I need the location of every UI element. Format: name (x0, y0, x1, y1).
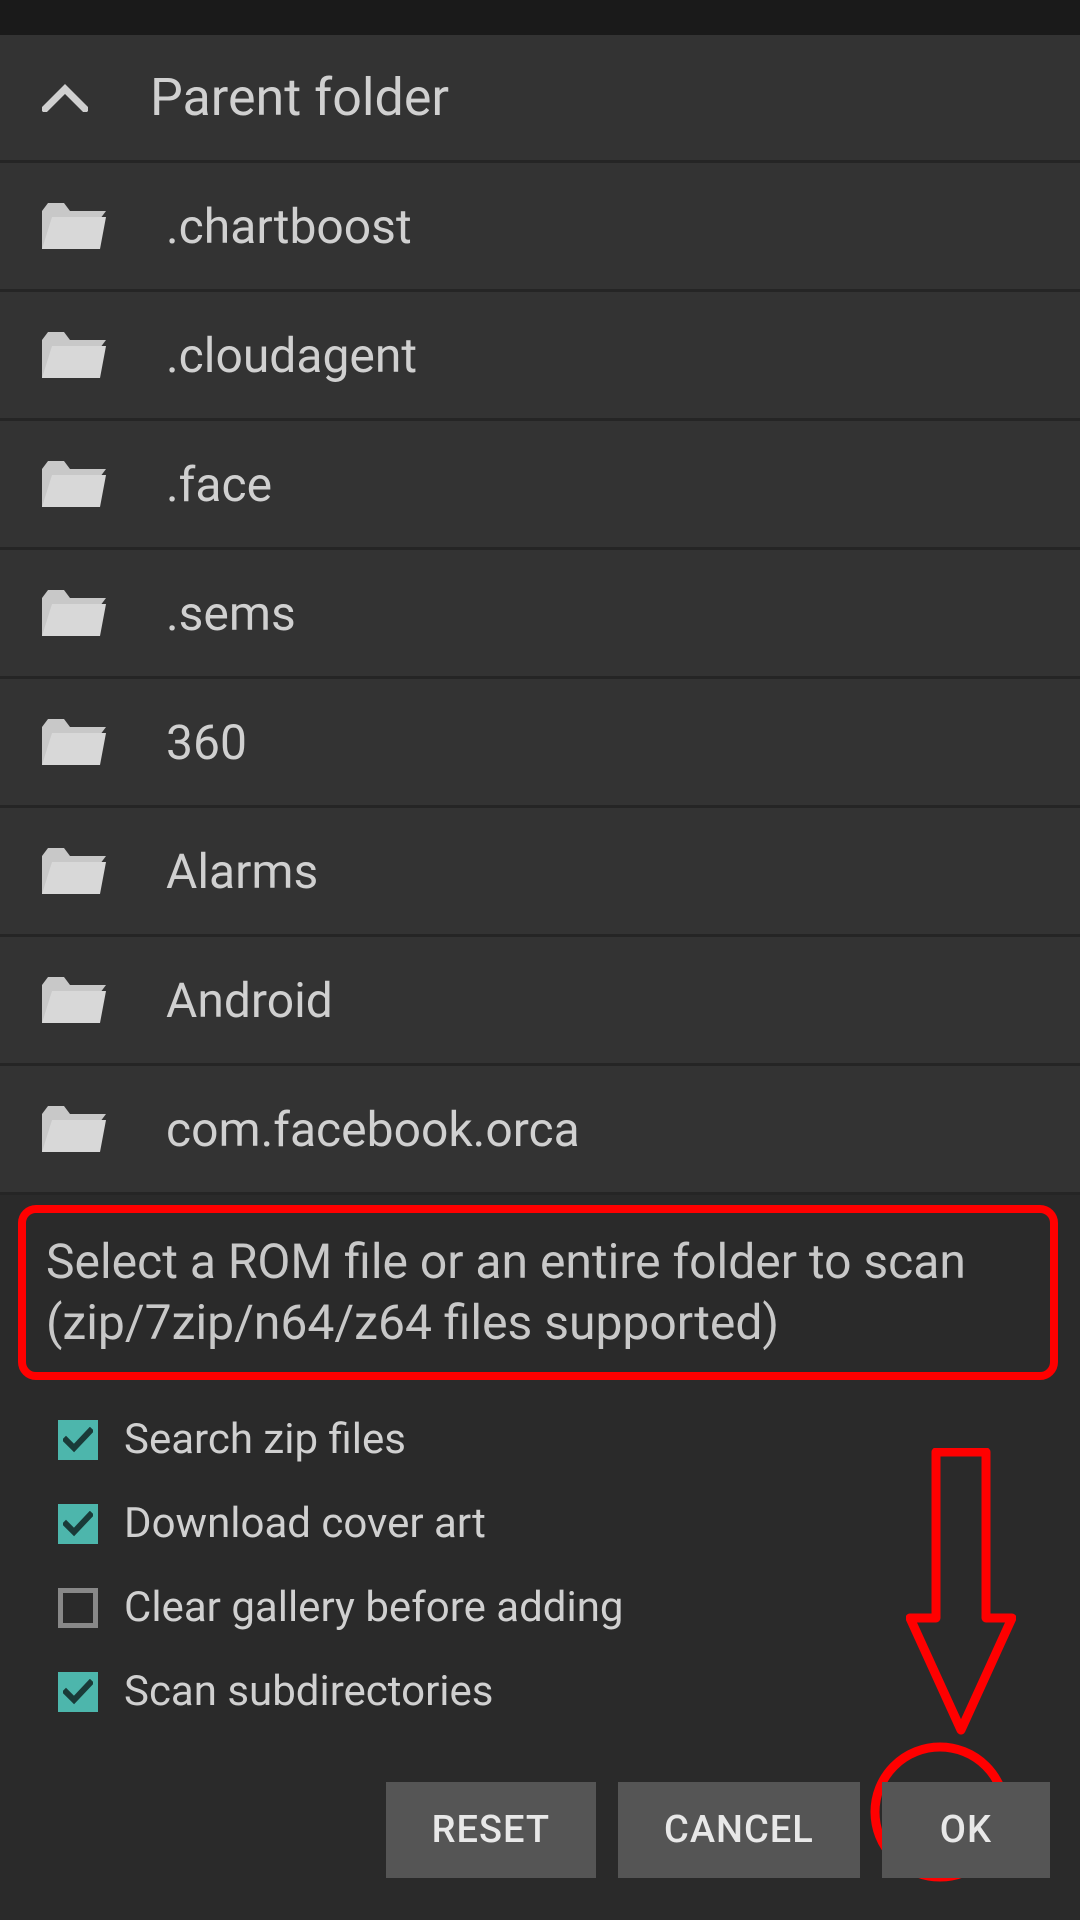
checkbox-icon (58, 1672, 98, 1712)
folder-icon (40, 717, 106, 767)
checkbox-icon (58, 1588, 98, 1628)
option-label: Scan subdirectories (124, 1667, 493, 1716)
folder-icon (40, 459, 106, 509)
reset-button[interactable]: RESET (386, 1782, 596, 1878)
chevron-up-icon (40, 73, 90, 123)
folder-row[interactable]: .cloudagent (0, 292, 1080, 421)
folder-icon (40, 201, 106, 251)
instruction-highlight: Select a ROM file or an entire folder to… (18, 1205, 1058, 1380)
option-label: Search zip files (124, 1415, 406, 1464)
checkbox-icon (58, 1504, 98, 1544)
instruction-text: Select a ROM file or an entire folder to… (46, 1231, 1044, 1354)
folder-label: Alarms (166, 843, 318, 900)
annotation-arrow-icon (906, 1448, 1016, 1742)
option-label: Clear gallery before adding (124, 1583, 624, 1632)
folder-label: .sems (166, 585, 296, 642)
folder-row[interactable]: .sems (0, 550, 1080, 679)
parent-folder-label: Parent folder (150, 67, 449, 128)
folder-label: .face (166, 456, 272, 513)
folder-row[interactable]: .face (0, 421, 1080, 550)
file-list: Parent folder .chartboost .cloudagent . (0, 35, 1080, 1195)
folder-label: 360 (166, 714, 247, 771)
folder-icon (40, 588, 106, 638)
folder-icon (40, 330, 106, 380)
ok-button[interactable]: OK (882, 1782, 1050, 1878)
folder-row[interactable]: 360 (0, 679, 1080, 808)
folder-label: .chartboost (166, 198, 412, 255)
cancel-button[interactable]: CANCEL (618, 1782, 860, 1878)
folder-icon (40, 846, 106, 896)
folder-row[interactable]: .chartboost (0, 163, 1080, 292)
status-bar (0, 0, 1080, 35)
option-label: Download cover art (124, 1499, 486, 1548)
button-bar: RESET CANCEL OK (386, 1782, 1050, 1878)
folder-row[interactable]: Android (0, 937, 1080, 1066)
folder-label: com.facebook.orca (166, 1101, 580, 1158)
parent-folder-row[interactable]: Parent folder (0, 35, 1080, 163)
folder-row[interactable]: com.facebook.orca (0, 1066, 1080, 1195)
folder-label: .cloudagent (166, 327, 417, 384)
folder-icon (40, 975, 106, 1025)
checkbox-icon (58, 1420, 98, 1460)
folder-row[interactable]: Alarms (0, 808, 1080, 937)
folder-icon (40, 1104, 106, 1154)
folder-label: Android (166, 972, 333, 1029)
